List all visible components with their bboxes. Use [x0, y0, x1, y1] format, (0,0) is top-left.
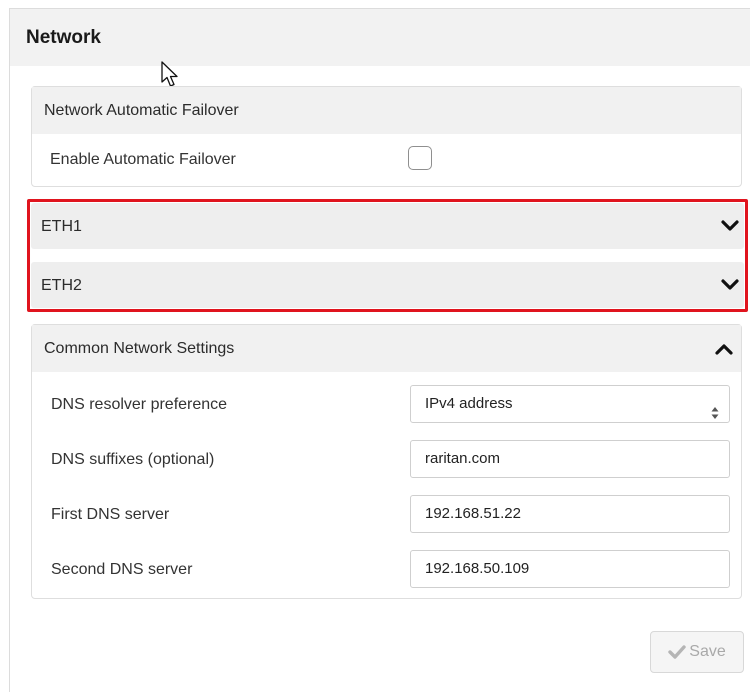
- check-icon: [668, 645, 686, 659]
- dns-pref-select[interactable]: IPv4 address: [410, 385, 730, 423]
- eth2-section-header[interactable]: ETH2: [31, 262, 744, 308]
- dns-pref-label: DNS resolver preference: [51, 396, 228, 413]
- save-button[interactable]: Save: [650, 631, 744, 673]
- mouse-pointer-icon: [161, 61, 178, 87]
- dns2-row: Second DNS server 192.168.50.109: [32, 545, 741, 591]
- dns-suffix-label: DNS suffixes (optional): [51, 451, 215, 468]
- eth1-section-header[interactable]: ETH1: [31, 203, 744, 249]
- select-arrows-icon: [711, 398, 719, 434]
- chevron-down-icon: [721, 262, 739, 308]
- failover-panel-header: Network Automatic Failover: [32, 87, 741, 134]
- chevron-down-icon: [721, 203, 739, 249]
- save-label: Save: [689, 643, 726, 660]
- chevron-up-icon[interactable]: [715, 325, 733, 372]
- dns-suffix-row: DNS suffixes (optional) raritan.com: [32, 435, 741, 481]
- eth2-label: ETH2: [41, 277, 82, 294]
- dns1-row: First DNS server 192.168.51.22: [32, 490, 741, 536]
- dns1-input[interactable]: 192.168.51.22: [410, 495, 730, 533]
- eth1-label: ETH1: [41, 218, 82, 235]
- failover-panel: Network Automatic Failover Enable Automa…: [31, 86, 742, 187]
- common-settings-title: Common Network Settings: [44, 340, 235, 357]
- common-settings-panel: Common Network Settings DNS resolver pre…: [31, 324, 742, 599]
- dns-pref-value: IPv4 address: [425, 395, 513, 412]
- enable-failover-label: Enable Automatic Failover: [50, 151, 236, 168]
- dns1-label: First DNS server: [51, 506, 170, 523]
- network-page: Network Network Automatic Failover Enabl…: [9, 8, 750, 692]
- failover-panel-title: Network Automatic Failover: [44, 102, 239, 119]
- dns-pref-row: DNS resolver preference IPv4 address: [32, 380, 741, 426]
- enable-failover-checkbox[interactable]: [408, 146, 432, 170]
- dns2-label: Second DNS server: [51, 561, 193, 578]
- page-header: Network: [10, 9, 750, 66]
- dns-suffix-input[interactable]: raritan.com: [410, 440, 730, 478]
- dns2-input[interactable]: 192.168.50.109: [410, 550, 730, 588]
- common-settings-header[interactable]: Common Network Settings: [32, 325, 741, 372]
- enable-failover-row: Enable Automatic Failover: [32, 134, 741, 186]
- page-title: Network: [26, 27, 101, 48]
